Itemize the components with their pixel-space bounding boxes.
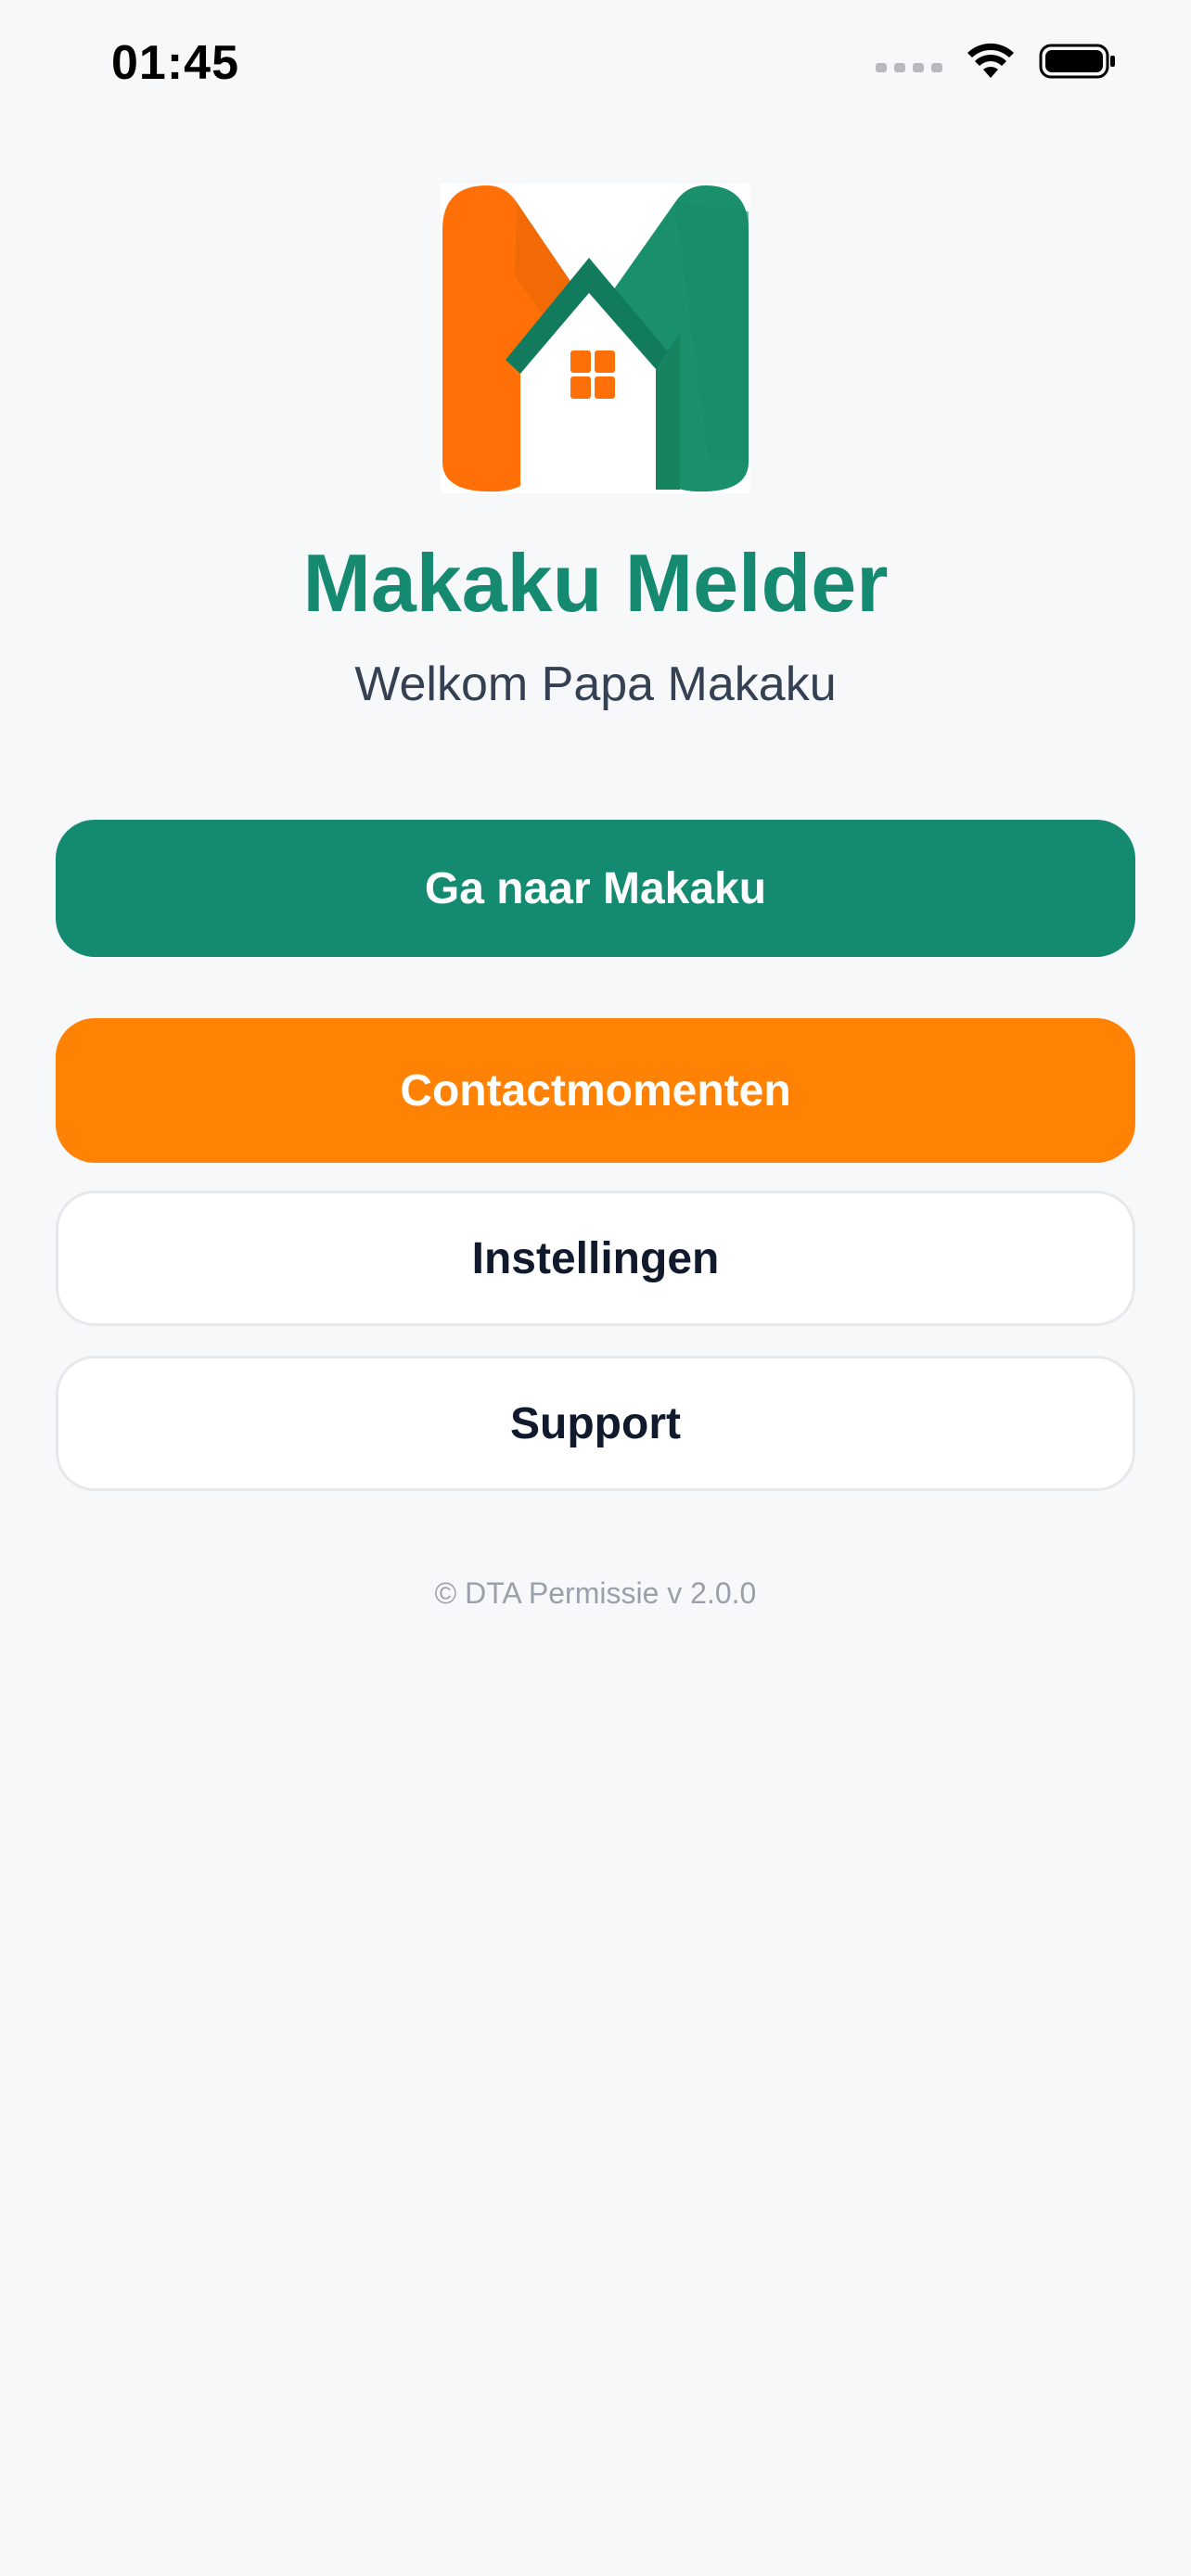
go-to-makaku-button[interactable]: Ga naar Makaku [56,820,1135,957]
support-button[interactable]: Support [56,1356,1135,1491]
contact-moments-button[interactable]: Contactmomenten [56,1018,1135,1163]
status-icons [876,43,1117,80]
battery-icon [1039,44,1115,79]
wifi-icon [967,43,1014,78]
welcome-message: Welkom Papa Makaku [354,657,837,711]
status-bar: 01:45 [0,0,1191,130]
cellular-signal-icon [876,63,942,72]
settings-button[interactable]: Instellingen [56,1191,1135,1326]
app-title: Makaku Melder [302,537,889,629]
status-time: 01:45 [111,36,239,90]
makaku-house-logo-icon [441,184,750,493]
copyright-footer: © DTA Permissie v 2.0.0 [434,1576,757,1610]
